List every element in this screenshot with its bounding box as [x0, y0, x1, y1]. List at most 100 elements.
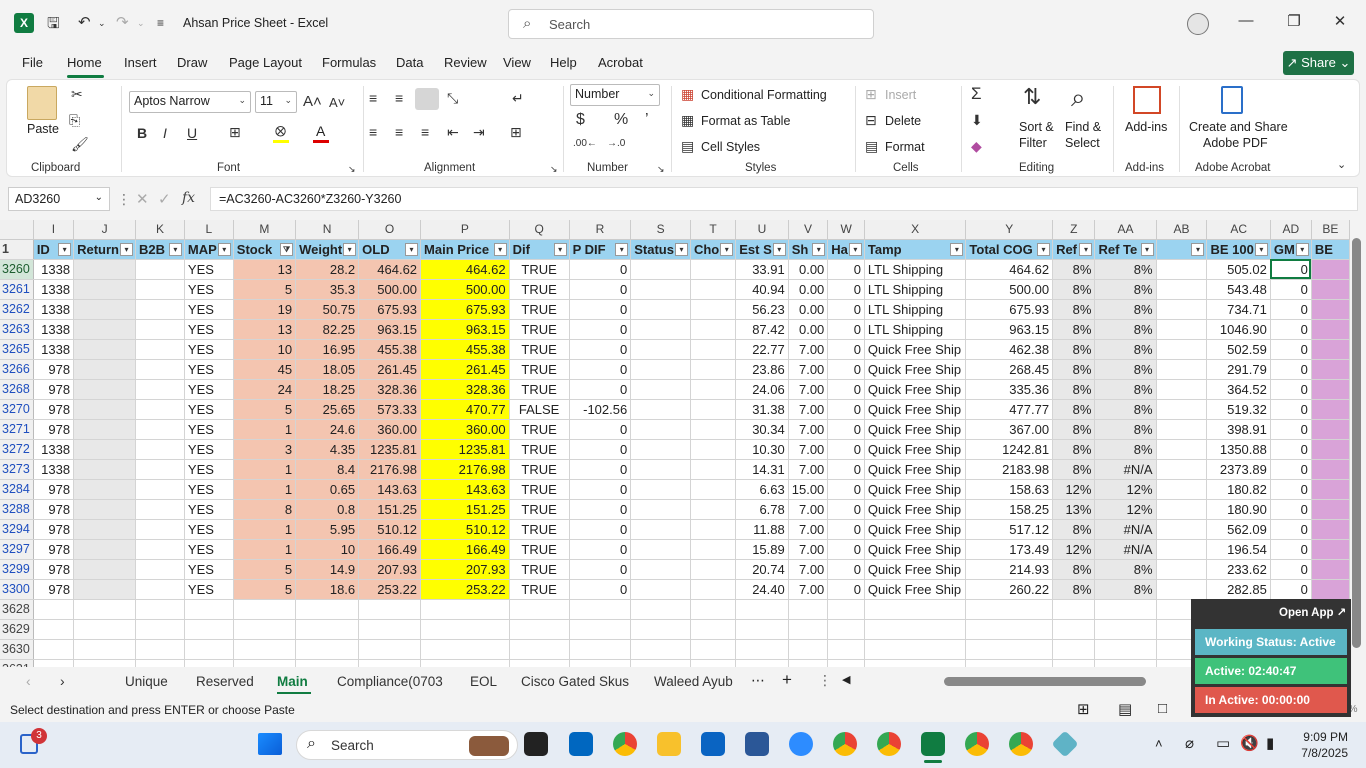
scroll-left-icon[interactable]: ◀: [842, 673, 850, 686]
create-pdf-label-1[interactable]: Create and Share: [1189, 120, 1288, 134]
cell[interactable]: 1338: [33, 259, 75, 280]
cell[interactable]: [1311, 519, 1350, 540]
sheet-tab-compliance[interactable]: Compliance(0703: [337, 674, 443, 689]
cell[interactable]: 978: [33, 379, 75, 400]
cell[interactable]: 0: [827, 339, 865, 360]
filter-dropdown-icon[interactable]: ▾: [1191, 242, 1205, 256]
file-explorer-icon[interactable]: [657, 732, 681, 756]
cell[interactable]: [569, 599, 632, 620]
cell[interactable]: [965, 659, 1054, 667]
cell[interactable]: TRUE: [509, 419, 570, 440]
filter-dropdown-icon[interactable]: ▾: [120, 242, 134, 256]
cell[interactable]: 455.38: [420, 339, 510, 360]
cell[interactable]: 1338: [33, 319, 75, 340]
cell[interactable]: [184, 619, 234, 640]
column-header[interactable]: BE: [1311, 220, 1350, 240]
network-icon[interactable]: ⌀: [1185, 734, 1194, 752]
cell[interactable]: [1156, 519, 1208, 540]
cell[interactable]: 978: [33, 519, 75, 540]
table-header-cell[interactable]: Weight ▾: [295, 239, 360, 260]
cell[interactable]: [135, 619, 185, 640]
cell[interactable]: [184, 659, 234, 667]
cell[interactable]: [420, 639, 510, 660]
outlook-icon[interactable]: [701, 732, 725, 756]
column-header[interactable]: Q: [509, 220, 570, 240]
cell[interactable]: TRUE: [509, 319, 570, 340]
cell[interactable]: 12%: [1094, 499, 1157, 520]
filter-dropdown-icon[interactable]: ▾: [848, 242, 862, 256]
cell[interactable]: Quick Free Ship: [864, 499, 967, 520]
cell[interactable]: 166.49: [358, 539, 422, 560]
column-header[interactable]: M: [233, 220, 297, 240]
cell[interactable]: [630, 559, 691, 580]
row-number[interactable]: 3270: [0, 399, 34, 420]
cell[interactable]: YES: [184, 439, 234, 460]
filter-dropdown-icon[interactable]: ▾: [405, 242, 419, 256]
cell[interactable]: [690, 559, 737, 580]
sheet-tab-cisco-gated-skus[interactable]: Cisco Gated Skus: [521, 674, 629, 689]
cell[interactable]: 517.12: [965, 519, 1054, 540]
cell[interactable]: 1338: [33, 279, 75, 300]
clear-icon[interactable]: ◆: [971, 138, 982, 155]
cell[interactable]: 675.93: [420, 299, 510, 320]
cell[interactable]: 0.00: [788, 299, 829, 320]
cell[interactable]: 0: [1270, 539, 1312, 560]
cell[interactable]: [1156, 379, 1208, 400]
cell[interactable]: [33, 659, 75, 667]
cell[interactable]: 151.25: [358, 499, 422, 520]
column-header[interactable]: L: [184, 220, 234, 240]
more-options-icon[interactable]: ⋮: [117, 191, 131, 208]
cell[interactable]: TRUE: [509, 379, 570, 400]
cell[interactable]: [1311, 419, 1350, 440]
cell[interactable]: [1311, 539, 1350, 560]
cell[interactable]: 3: [233, 439, 297, 460]
sheet-table[interactable]: I J K L M N O P Q R S T U V W X Y Z AA AB AC AD BE 1 ID ▾ Return ▾ B…: [0, 220, 1350, 667]
cell[interactable]: 398.91: [1206, 419, 1271, 440]
table-header-cell[interactable]: Ha ▾: [827, 239, 865, 260]
cell[interactable]: 978: [33, 539, 75, 560]
filter-dropdown-icon[interactable]: ▾: [615, 242, 629, 256]
cell[interactable]: [1156, 559, 1208, 580]
cell[interactable]: [135, 459, 185, 480]
cell[interactable]: 0: [569, 459, 632, 480]
cell[interactable]: 8%: [1052, 359, 1096, 380]
cell[interactable]: [73, 399, 137, 420]
cell[interactable]: 0.00: [788, 319, 829, 340]
cell[interactable]: [135, 339, 185, 360]
cell[interactable]: Quick Free Ship: [864, 419, 967, 440]
cell[interactable]: [690, 519, 737, 540]
cell[interactable]: [73, 559, 137, 580]
cell[interactable]: [1311, 379, 1350, 400]
cell[interactable]: TRUE: [509, 299, 570, 320]
cell[interactable]: 8%: [1052, 579, 1096, 600]
next-sheet-icon[interactable]: ›: [60, 673, 65, 689]
cell[interactable]: [864, 639, 967, 660]
prev-sheet-icon[interactable]: ‹: [26, 673, 31, 689]
cell[interactable]: 0: [569, 319, 632, 340]
vertical-scroll-thumb[interactable]: [1352, 238, 1361, 648]
row-number[interactable]: 3266: [0, 359, 34, 380]
font-name-combo[interactable]: Aptos Narrow ⌄: [129, 91, 251, 113]
cell[interactable]: [630, 619, 691, 640]
filter-dropdown-icon[interactable]: ▾: [217, 242, 231, 256]
table-header-cell[interactable]: BE 100 ▾: [1206, 239, 1271, 260]
row-number[interactable]: 1: [0, 239, 34, 260]
cell[interactable]: 31.38: [735, 399, 789, 420]
wrap-text-icon[interactable]: ↵: [512, 90, 524, 107]
cell[interactable]: YES: [184, 259, 234, 280]
cell[interactable]: 45: [233, 359, 297, 380]
cell[interactable]: [73, 459, 137, 480]
cell[interactable]: TRUE: [509, 539, 570, 560]
sheet-tab-reserved[interactable]: Reserved: [196, 674, 254, 689]
cell[interactable]: 519.32: [1206, 399, 1271, 420]
cell[interactable]: LTL Shipping: [864, 319, 967, 340]
cell[interactable]: 6.63: [735, 479, 789, 500]
cell[interactable]: 8%: [1052, 399, 1096, 420]
cell[interactable]: [690, 359, 737, 380]
italic-icon[interactable]: I: [163, 125, 167, 141]
cell[interactable]: [630, 319, 691, 340]
row-number[interactable]: 3265: [0, 339, 34, 360]
column-header[interactable]: I: [33, 220, 75, 240]
cell[interactable]: [1311, 459, 1350, 480]
cell[interactable]: [135, 599, 185, 620]
